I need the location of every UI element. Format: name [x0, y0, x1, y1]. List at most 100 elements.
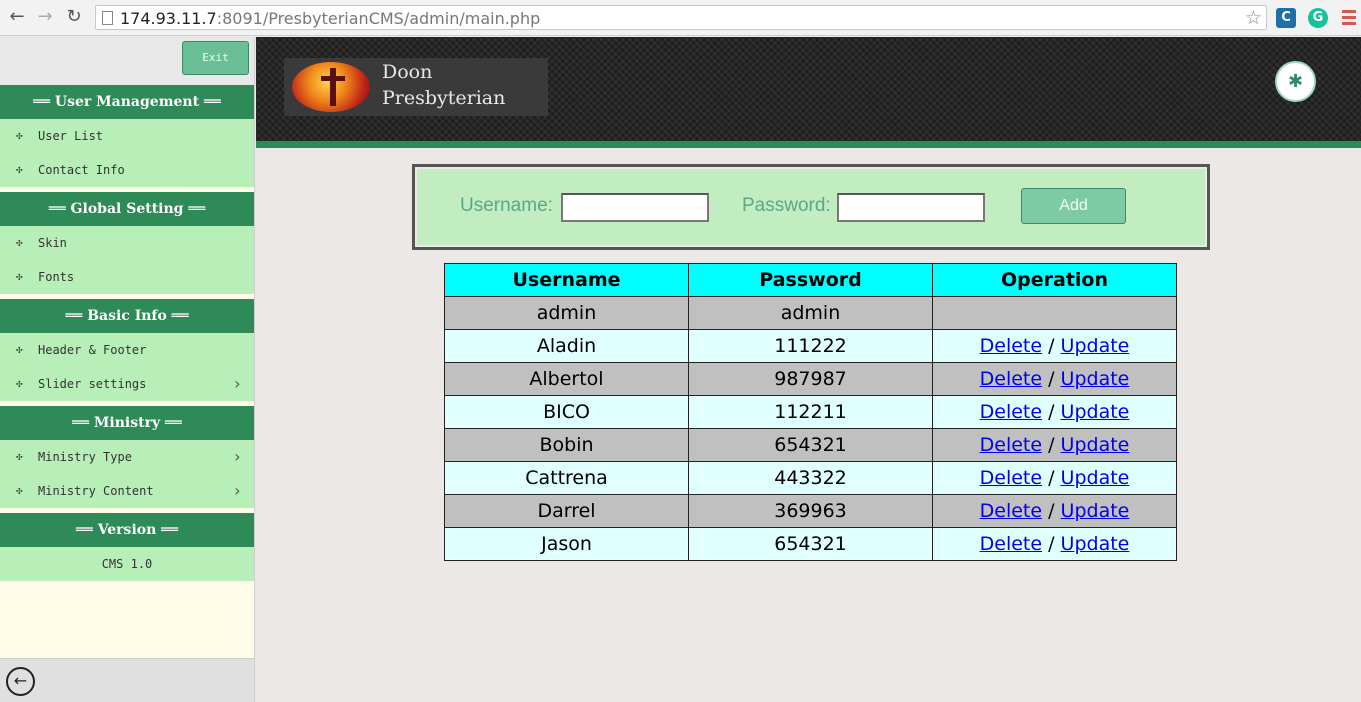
- exit-button[interactable]: Exit: [182, 41, 249, 75]
- cell-username: Aladin: [444, 329, 689, 363]
- cell-operation: Delete / Update: [932, 329, 1177, 363]
- link-separator: /: [1042, 401, 1061, 423]
- link-separator: /: [1042, 368, 1061, 390]
- cell-password: 112211: [688, 395, 933, 429]
- star-icon[interactable]: ☆: [1245, 7, 1262, 29]
- users-table: Username Password Operation admin admin Al…: [444, 263, 1177, 561]
- link-separator: /: [1042, 533, 1061, 555]
- url-text: 174.93.11.7:8091/PresbyterianCMS/admin/m…: [120, 9, 541, 28]
- sidebar-item-fonts[interactable]: ✣ Fonts: [0, 260, 254, 294]
- update-link[interactable]: Update: [1061, 500, 1130, 522]
- sidebar-item-skin[interactable]: ✣ Skin: [0, 226, 254, 260]
- cell-username: Albertol: [444, 362, 689, 396]
- update-link[interactable]: Update: [1061, 335, 1130, 357]
- link-separator: /: [1042, 467, 1061, 489]
- delete-link[interactable]: Delete: [980, 368, 1042, 390]
- cell-operation: Delete / Update: [932, 494, 1177, 528]
- back-arrow-icon[interactable]: ←: [7, 7, 27, 27]
- add-user-form: Username: Password: Add: [412, 164, 1210, 250]
- delete-link[interactable]: Delete: [980, 467, 1042, 489]
- exit-area: Exit: [0, 37, 254, 85]
- extension-icon[interactable]: C: [1276, 8, 1296, 28]
- cell-username: Cattrena: [444, 461, 689, 495]
- cell-operation: Delete / Update: [932, 461, 1177, 495]
- add-button[interactable]: Add: [1021, 188, 1126, 224]
- section-global-setting[interactable]: ══ Global Setting ══: [0, 192, 254, 226]
- magic-wand-icon[interactable]: ✱: [1275, 61, 1316, 102]
- section-basic-info-items: ✣ Header & Footer ✣ Slider settings ›: [0, 333, 254, 401]
- delete-link[interactable]: Delete: [980, 335, 1042, 357]
- cell-username: Jason: [444, 527, 689, 561]
- site-header: Doon Presbyterian ✱: [256, 37, 1361, 141]
- update-link[interactable]: Update: [1061, 434, 1130, 456]
- cell-operation: Delete / Update: [932, 395, 1177, 429]
- update-link[interactable]: Update: [1061, 368, 1130, 390]
- cell-password: 654321: [688, 527, 933, 561]
- collapse-sidebar-icon[interactable]: ←: [6, 667, 35, 696]
- bullet-icon: ✣: [16, 343, 23, 356]
- bullet-icon: ✣: [16, 450, 23, 463]
- header-divider: [256, 141, 1361, 148]
- hamburger-menu-icon[interactable]: [1342, 10, 1356, 28]
- cell-password: 654321: [688, 428, 933, 462]
- column-header-username: Username: [444, 263, 689, 297]
- link-separator: /: [1042, 434, 1061, 456]
- username-label: Username:: [460, 195, 553, 216]
- link-separator: /: [1042, 335, 1061, 357]
- sidebar-item-header-footer[interactable]: ✣ Header & Footer: [0, 333, 254, 367]
- cell-username: Darrel: [444, 494, 689, 528]
- column-header-password: Password: [688, 263, 933, 297]
- cell-password: admin: [688, 296, 933, 330]
- forward-arrow-icon[interactable]: →: [35, 7, 55, 27]
- table-row: Bobin 654321 Delete / Update: [444, 428, 1177, 462]
- chevron-right-icon: ›: [232, 447, 242, 466]
- update-link[interactable]: Update: [1061, 401, 1130, 423]
- delete-link[interactable]: Delete: [980, 434, 1042, 456]
- delete-link[interactable]: Delete: [980, 533, 1042, 555]
- username-input[interactable]: [561, 193, 709, 222]
- bullet-icon: ✣: [16, 163, 23, 176]
- update-link[interactable]: Update: [1061, 533, 1130, 555]
- table-row: Jason 654321 Delete / Update: [444, 527, 1177, 561]
- cross-bar: [321, 76, 345, 81]
- table-row: Cattrena 443322 Delete / Update: [444, 461, 1177, 495]
- chevron-right-icon: ›: [232, 481, 242, 500]
- cross-icon: [330, 68, 336, 106]
- bullet-icon: ✣: [16, 270, 23, 283]
- logo-emblem-icon: [292, 62, 370, 112]
- page-icon: [102, 11, 113, 25]
- cell-username: BICO: [444, 395, 689, 429]
- section-ministry[interactable]: ══ Ministry ══: [0, 406, 254, 440]
- update-link[interactable]: Update: [1061, 467, 1130, 489]
- bullet-icon: ✣: [16, 236, 23, 249]
- version-text: CMS 1.0: [101, 557, 153, 571]
- address-bar[interactable]: 174.93.11.7:8091/PresbyterianCMS/admin/m…: [95, 5, 1267, 30]
- section-version[interactable]: ══ Version ══: [0, 513, 254, 547]
- site-logo[interactable]: Doon Presbyterian: [284, 58, 548, 116]
- section-basic-info[interactable]: ══ Basic Info ══: [0, 299, 254, 333]
- sidebar-item-ministry-type[interactable]: ✣ Ministry Type ›: [0, 440, 254, 474]
- chevron-right-icon: ›: [232, 374, 242, 393]
- table-row: Aladin 111222 Delete / Update: [444, 329, 1177, 363]
- section-user-management[interactable]: ══ User Management ══: [0, 85, 254, 119]
- sidebar-item-ministry-content[interactable]: ✣ Ministry Content ›: [0, 474, 254, 508]
- table-body: admin admin Aladin 111222 Delete / Update Alb…: [444, 296, 1177, 561]
- sidebar-item-user-list[interactable]: ✣ User List: [0, 119, 254, 153]
- browser-toolbar: ← → ↻ 174.93.11.7:8091/PresbyterianCMS/a…: [0, 0, 1361, 36]
- sidebar-item-slider-settings[interactable]: ✣ Slider settings ›: [0, 367, 254, 401]
- sidebar-item-contact-info[interactable]: ✣ Contact Info: [0, 153, 254, 187]
- delete-link[interactable]: Delete: [980, 500, 1042, 522]
- delete-link[interactable]: Delete: [980, 401, 1042, 423]
- table-row: Darrel 369963 Delete / Update: [444, 494, 1177, 528]
- section-global-setting-items: ✣ Skin ✣ Fonts: [0, 226, 254, 294]
- table-header-row: Username Password Operation: [444, 263, 1177, 297]
- table-row: admin admin: [444, 296, 1177, 330]
- cell-password: 987987: [688, 362, 933, 396]
- grammarly-icon[interactable]: G: [1308, 8, 1328, 28]
- password-input[interactable]: [837, 193, 985, 222]
- cell-password: 111222: [688, 329, 933, 363]
- cell-operation: [932, 296, 1177, 330]
- reload-icon[interactable]: ↻: [64, 7, 84, 27]
- bullet-icon: ✣: [16, 377, 23, 390]
- cell-operation: Delete / Update: [932, 428, 1177, 462]
